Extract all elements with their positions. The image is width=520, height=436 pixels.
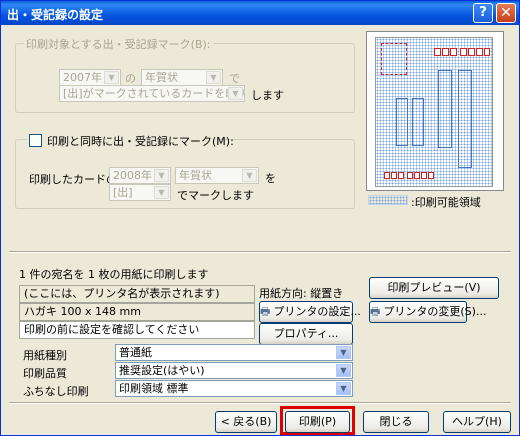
mark-checkbox-label: 印刷と同時に出・受記録にマーク(M): — [47, 135, 234, 148]
mark-checkbox[interactable] — [29, 134, 42, 147]
mark-checkbox-row[interactable]: 印刷と同時に出・受記録にマーク(M): — [27, 133, 234, 148]
print-button[interactable]: 印刷(P) — [285, 411, 350, 433]
address-box-1 — [438, 70, 452, 148]
chevron-down-icon: ▼ — [206, 71, 221, 84]
print-quality-label: 印刷品質 — [23, 367, 67, 380]
printer-icon: 🖶 — [260, 305, 271, 318]
paper-size-field: ハガキ 100 x 148 mm — [19, 303, 255, 321]
print-quality-select[interactable]: 推奨設定(はやい) ▼ — [115, 362, 353, 379]
printer-settings-button[interactable]: 🖶 プリンタの設定... — [259, 301, 361, 323]
sender-box-1 — [396, 98, 408, 146]
close-button[interactable]: 閉じる — [363, 411, 429, 433]
target-suffix-label: します — [251, 89, 284, 102]
close-title-button[interactable]: ✕ — [496, 3, 516, 23]
chevron-down-icon: ▼ — [336, 364, 351, 377]
window-title: 出・受記録の設定 — [7, 8, 104, 22]
address-box-2 — [458, 70, 472, 168]
paper-type-select[interactable]: 普通紙 ▼ — [115, 344, 353, 361]
chevron-down-icon: ▼ — [154, 186, 169, 199]
printable-area-legend: :印刷可能領域 — [411, 196, 481, 209]
sender-box-2 — [412, 98, 424, 146]
properties-button[interactable]: プロパティ... — [259, 323, 353, 345]
printer-icon: 🖶 — [370, 305, 381, 318]
help-button[interactable]: ヘルプ(H) — [443, 411, 511, 433]
chevron-down-icon: ▼ — [242, 169, 257, 182]
mark-value-select[interactable]: [出] ▼ — [109, 184, 171, 201]
borderless-label: ふちなし印刷 — [23, 385, 89, 398]
print-preview-button[interactable]: 印刷プレビュー(V) — [369, 277, 499, 299]
mark-type-select[interactable]: 年賀状 ▼ — [175, 167, 259, 184]
sender-postal-boxes — [384, 172, 434, 180]
mark-suffix-label: でマークします — [177, 189, 254, 202]
target-type-select[interactable]: 年賀状 ▼ — [141, 69, 223, 86]
target-year-select[interactable]: 2007年 ▼ — [59, 69, 121, 86]
paper-type-label: 用紙種別 — [23, 349, 67, 362]
postal-code-boxes — [434, 48, 490, 58]
print-target-legend: 印刷対象とする出・受記録マーク(B): — [24, 36, 213, 52]
printed-cards-label: 印刷したカードの — [29, 173, 117, 186]
print-count-text: 1 件の宛名を 1 枚の用紙に印刷します — [19, 268, 209, 281]
chevron-down-icon: ▼ — [154, 169, 169, 182]
separator-top — [9, 251, 511, 253]
printer-name-field: (ここには、プリンタ名が表示されます) — [19, 285, 255, 303]
target-condition-select[interactable]: [出]がマークされているカードを印刷 ▼ — [59, 85, 245, 102]
chevron-down-icon: ▼ — [104, 71, 119, 84]
settings-dialog: 出・受記録の設定 ? ✕ 印刷対象とする出・受記録マーク(B): 2007年 ▼… — [0, 0, 520, 436]
paper-direction-text: 用紙方向: 縦置き — [259, 287, 344, 300]
borderless-select[interactable]: 印刷領域 標準 ▼ — [115, 380, 353, 397]
chevron-down-icon: ▼ — [336, 382, 351, 395]
printer-change-button[interactable]: 🖶 プリンタの変更(S)... — [369, 301, 486, 323]
help-title-button[interactable]: ? — [473, 3, 493, 23]
separator-bottom — [9, 402, 511, 404]
chevron-down-icon: ▼ — [336, 346, 351, 359]
postcard-preview — [366, 31, 504, 191]
mark-year-select[interactable]: 2008年 ▼ — [109, 167, 171, 184]
connector-de-label: で — [229, 72, 240, 85]
connector-no-label: の — [125, 72, 136, 85]
chevron-down-icon: ▼ — [228, 87, 243, 100]
back-button[interactable]: < 戻る(B) — [215, 411, 277, 433]
printable-area-swatch — [368, 195, 408, 205]
notice-field: 印刷の前に設定を確認してください — [19, 321, 255, 339]
stamp-area — [381, 43, 407, 75]
printable-area-preview — [375, 37, 493, 187]
title-bar: 出・受記録の設定 ? ✕ — [1, 1, 519, 25]
particle-wo-label: を — [265, 172, 276, 185]
